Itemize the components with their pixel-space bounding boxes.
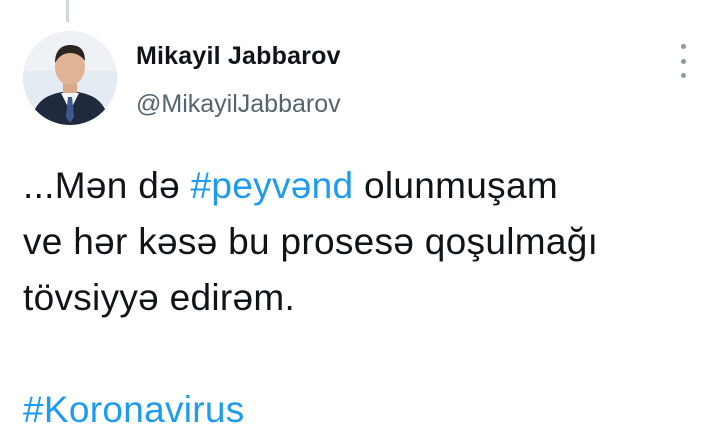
- more-options-button[interactable]: [675, 44, 691, 78]
- tweet-text-fragment: olunmuşam: [353, 165, 558, 206]
- hashtag-link-koronavirus[interactable]: #Koronavirus: [23, 389, 245, 430]
- more-vertical-icon-dot: [680, 73, 686, 78]
- more-vertical-icon: [680, 44, 686, 49]
- tweet-line-2: ve hər kəsə bu prosesə qoşulmağı: [23, 221, 599, 262]
- avatar[interactable]: [23, 31, 117, 125]
- tweet-line-1: ...Mən də #peyvənd olunmuşam: [23, 158, 695, 214]
- more-vertical-icon-dot: [680, 58, 686, 64]
- tweet-line-5: #Koronavirus: [23, 382, 695, 438]
- tweet-text-fragment: ...Mən də: [23, 165, 191, 206]
- thread-line: [66, 0, 69, 22]
- user-handle[interactable]: @MikayilJabbarov: [136, 88, 341, 120]
- tweet-text: ...Mən də #peyvənd olunmuşam ve hər kəsə…: [23, 158, 695, 438]
- tweet-card[interactable]: Mikayil Jabbarov @MikayilJabbarov ...Mən…: [0, 0, 709, 446]
- tweet-header: Mikayil Jabbarov @MikayilJabbarov: [136, 40, 341, 120]
- display-name[interactable]: Mikayil Jabbarov: [136, 40, 341, 72]
- hashtag-link-peyvend[interactable]: #peyvənd: [191, 165, 354, 206]
- profile-photo-icon: [23, 31, 117, 125]
- tweet-line-3: tövsiyyə edirəm.: [23, 277, 296, 318]
